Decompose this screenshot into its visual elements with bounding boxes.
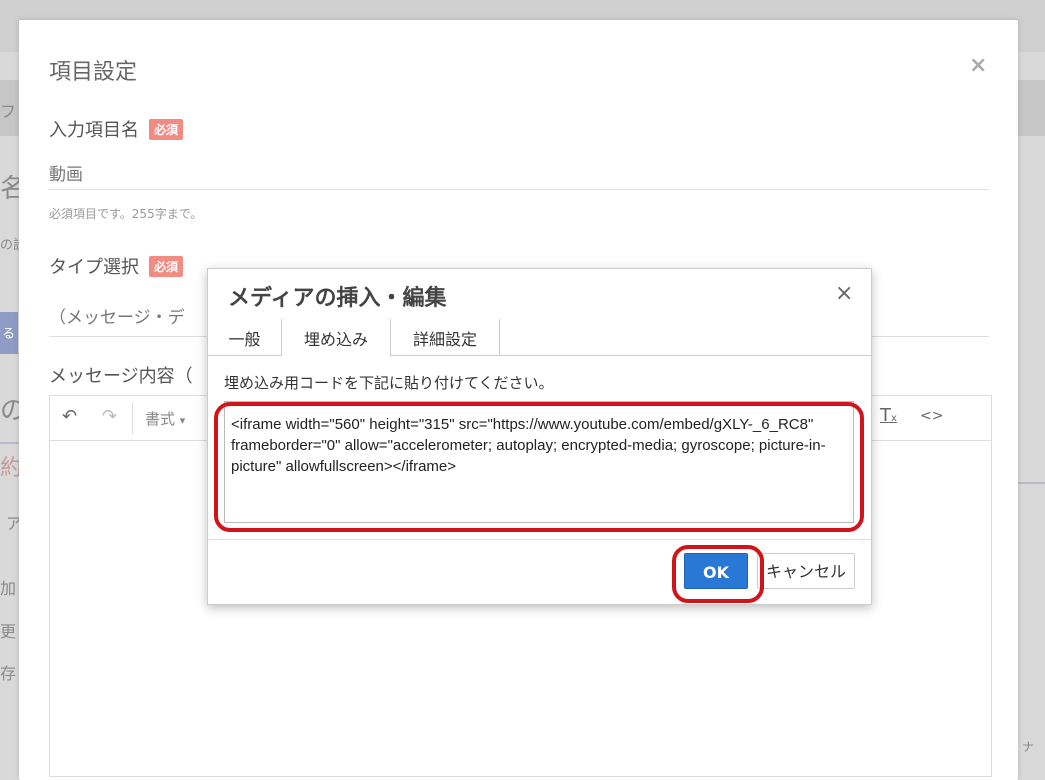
tab-advanced[interactable]: 詳細設定 xyxy=(391,319,500,355)
dialog-title: メディアの挿入・編集 xyxy=(228,286,447,311)
close-icon[interactable]: × xyxy=(835,281,853,306)
clear-format-icon[interactable]: Tx xyxy=(880,405,897,426)
field-message-label: メッセージ内容（ xyxy=(49,366,193,387)
required-badge: 必須 xyxy=(149,255,184,277)
field-type-label: タイプ選択 必須 xyxy=(49,253,184,279)
source-code-icon[interactable]: <> xyxy=(920,408,943,424)
media-dialog: メディアの挿入・編集 × 一般 埋め込み 詳細設定 埋め込み用コードを下記に貼り… xyxy=(207,268,872,605)
background-text-fragment: フ xyxy=(0,102,17,121)
embed-instruction: 埋め込み用コードを下記に貼り付けてください。 xyxy=(224,374,554,392)
background-divider xyxy=(0,442,19,444)
field-name-label: 入力項目名 必須 xyxy=(49,116,184,142)
background-text-fragment: 加 xyxy=(0,579,17,598)
format-dropdown[interactable]: 書式 ▾ xyxy=(145,408,185,429)
modal-title: 項目設定 xyxy=(49,60,138,85)
format-label: 書式 xyxy=(145,410,176,428)
background-text-fragment: ナ xyxy=(1022,740,1035,754)
dialog-footer-divider xyxy=(208,539,871,540)
close-icon[interactable]: × xyxy=(969,53,987,78)
ok-button[interactable]: OK xyxy=(684,553,748,589)
field-name-help: 必須項目です。255字まで。 xyxy=(49,207,203,221)
field-type-select[interactable]: （メッセージ・デ xyxy=(49,303,185,328)
toolbar-separator xyxy=(132,402,133,434)
chevron-down-icon: ▾ xyxy=(179,414,186,427)
undo-icon[interactable]: ↶ xyxy=(62,406,77,427)
field-name-underline xyxy=(49,189,989,190)
embed-code-textarea[interactable]: <iframe width="560" height="315" src="ht… xyxy=(224,401,854,523)
tab-embed[interactable]: 埋め込み xyxy=(282,319,391,357)
field-type-label-text: タイプ選択 xyxy=(49,257,139,278)
background-text-fragment: 存 xyxy=(0,664,17,683)
background-text-fragment: 更 xyxy=(0,622,17,641)
redo-icon[interactable]: ↷ xyxy=(102,406,117,427)
tab-general[interactable]: 一般 xyxy=(208,319,282,355)
background-divider xyxy=(1018,482,1045,484)
clear-format-sub: x xyxy=(891,413,897,424)
field-name-label-text: 入力項目名 xyxy=(49,120,139,141)
required-badge: 必須 xyxy=(149,118,184,140)
clear-format-glyph: T xyxy=(880,405,891,426)
field-name-input[interactable]: 動画 xyxy=(49,160,83,185)
dialog-tabs: 一般 埋め込み 詳細設定 xyxy=(208,319,871,357)
cancel-button[interactable]: キャンセル xyxy=(757,553,855,589)
background-text-fragment: る xyxy=(2,327,16,342)
